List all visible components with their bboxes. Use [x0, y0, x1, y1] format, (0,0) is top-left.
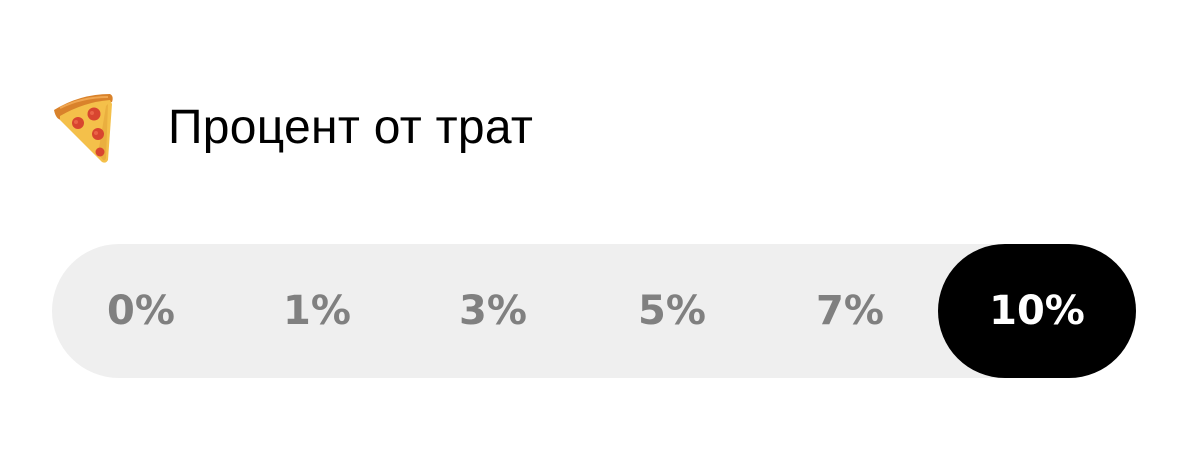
percent-option-5[interactable]: 5%: [582, 244, 762, 378]
percent-option-1[interactable]: 1%: [230, 244, 404, 378]
percent-option-3[interactable]: 3%: [404, 244, 582, 378]
page-title: Процент от трат: [168, 101, 534, 154]
percent-option-7[interactable]: 7%: [762, 244, 938, 378]
percent-selector: 0% 1% 3% 5% 7% 10%: [52, 244, 1136, 378]
percent-option-0[interactable]: 0%: [52, 244, 230, 378]
percent-option-10[interactable]: 10%: [938, 244, 1136, 378]
pizza-icon: [54, 94, 113, 163]
header: Процент от трат: [50, 90, 533, 166]
